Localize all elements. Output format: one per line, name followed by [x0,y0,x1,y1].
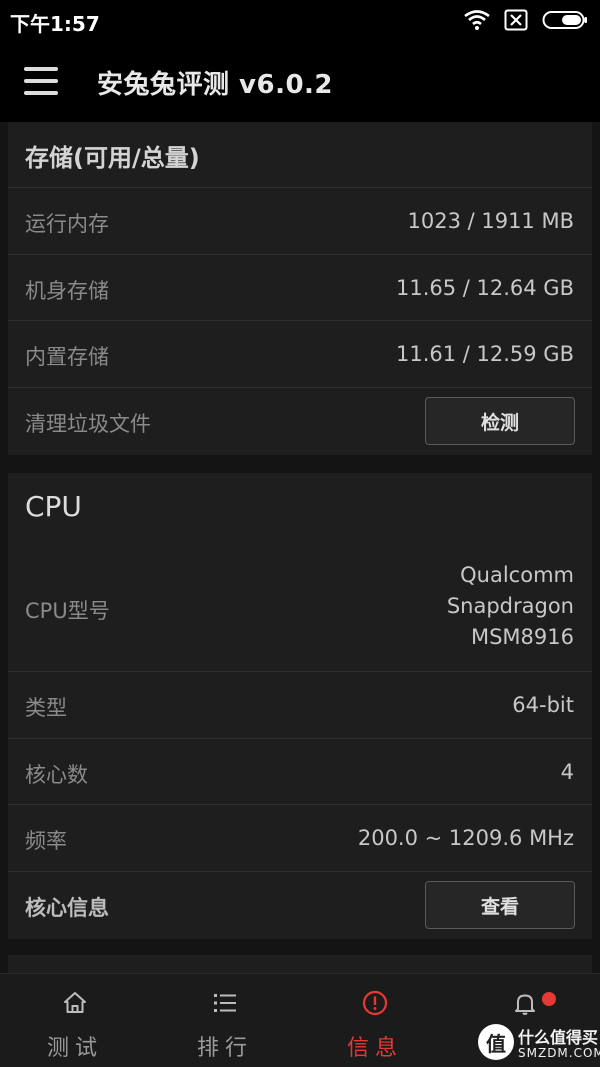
cpu-row: 核心数 4 [8,738,592,804]
bell-icon [515,994,535,1015]
cpu-model-value: Qualcomm Snapdragon MSM8916 [446,563,574,649]
clean-junk-row: 清理垃圾文件 检测 [8,387,592,455]
watermark-url: SMZDM.COM [518,1046,600,1060]
clean-junk-label: 清理垃圾文件 [25,412,151,436]
sim-x-icon [504,9,528,31]
storage-card: 存储(可用/总量) 运行内存 1023 / 1911 MB 机身存储 11.65… [8,122,592,455]
cpu-row: 类型 64-bit [8,671,592,738]
storage-card-title: 存储(可用/总量) [25,144,200,172]
alert-circle-icon [362,990,388,1016]
storage-row: 内置存储 11.61 / 12.59 GB [8,320,592,387]
view-button[interactable]: 查看 [425,881,575,929]
cpu-card: CPU CPU型号 Qualcomm Snapdragon MSM8916 类型… [8,473,592,939]
watermark-title: 什么值得买 [518,1028,599,1047]
tab-info[interactable]: 信息 [300,974,450,1067]
core-info-row: 核心信息 查看 [8,871,592,939]
cpu-model-label: CPU型号 [25,599,110,623]
tab-ranking[interactable]: 排行 [150,974,300,1067]
cpu-model-row: CPU型号 Qualcomm Snapdragon MSM8916 [8,541,592,671]
core-info-label: 核心信息 [25,896,109,920]
tab-test[interactable]: 测试 [0,974,150,1067]
smzdm-watermark: 值 什么值得买 SMZDM.COM [478,1022,600,1067]
list-icon [214,994,236,1012]
status-bar: 下午1:57 [0,0,600,40]
detect-button[interactable]: 检测 [425,397,575,445]
cpu-row: 频率 200.0 ~ 1209.6 MHz [8,804,592,871]
status-icons [464,7,588,33]
info-content[interactable]: 存储(可用/总量) 运行内存 1023 / 1911 MB 机身存储 11.65… [0,122,600,973]
app-title: 安兔兔评测 v6.0.2 [97,70,334,100]
app-bar: 安兔兔评测 v6.0.2 [0,40,600,122]
smzdm-logo: 值 [478,1024,514,1060]
hamburger-menu-icon[interactable] [24,67,60,95]
next-card [8,955,592,973]
storage-row: 运行内存 1023 / 1911 MB [8,187,592,254]
status-time: 下午1:57 [10,12,100,36]
wifi-icon [464,10,490,30]
battery-icon [542,11,587,29]
cpu-card-title: CPU [25,490,82,523]
home-icon [64,992,86,1013]
storage-row: 机身存储 11.65 / 12.64 GB [8,254,592,320]
notification-badge [542,992,556,1006]
